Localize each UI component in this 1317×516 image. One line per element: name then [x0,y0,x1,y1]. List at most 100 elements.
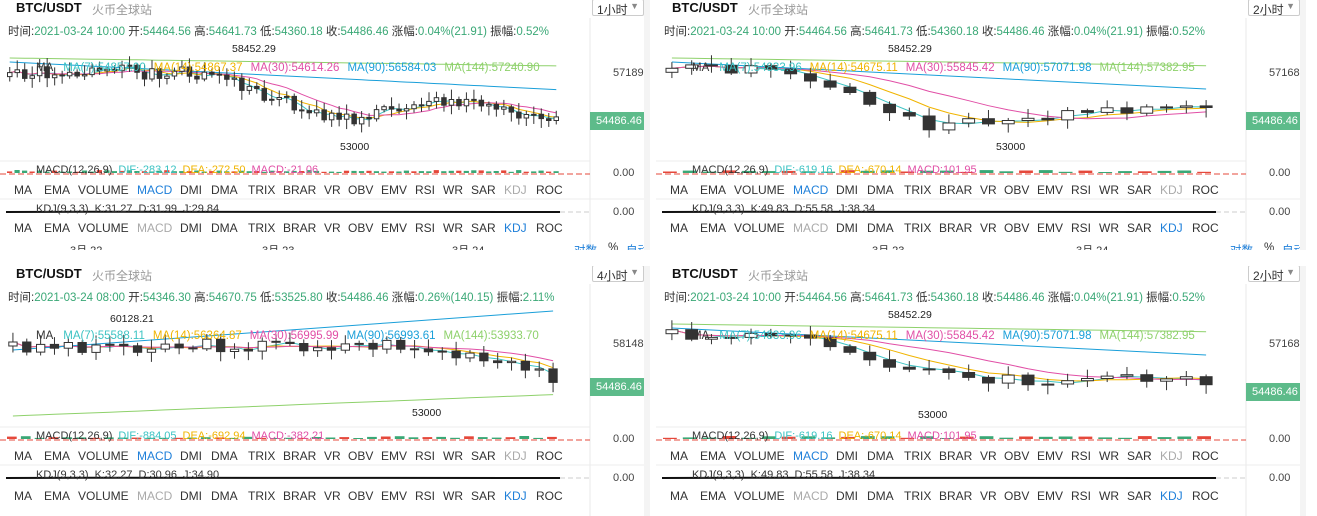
tab-ma[interactable]: MA [14,221,32,235]
tab-vr[interactable]: VR [324,489,341,503]
tab-brar[interactable]: BRAR [283,221,316,235]
tab-ma[interactable]: MA [670,221,688,235]
tab-dmi[interactable]: DMI [836,221,858,235]
tab-dma[interactable]: DMA [867,183,894,197]
tab-kdj[interactable]: KDJ [1160,449,1183,463]
tab-rsi[interactable]: RSI [415,449,435,463]
tab-sar[interactable]: SAR [471,183,496,197]
tab-rsi[interactable]: RSI [1071,449,1091,463]
tab-kdj[interactable]: KDJ [1160,183,1183,197]
tab-wr[interactable]: WR [443,489,463,503]
tab-brar[interactable]: BRAR [283,489,316,503]
tab-volume[interactable]: VOLUME [734,489,785,503]
tab-dmi[interactable]: DMI [180,221,202,235]
tab-dma[interactable]: DMA [211,489,238,503]
tab-obv[interactable]: OBV [1004,221,1029,235]
tab-brar[interactable]: BRAR [283,183,316,197]
tab-macd[interactable]: MACD [137,489,172,503]
tab-dmi[interactable]: DMI [180,449,202,463]
tab-obv[interactable]: OBV [348,183,373,197]
tab-kdj[interactable]: KDJ [1160,221,1183,235]
tab-rsi[interactable]: RSI [1071,183,1091,197]
tab-roc[interactable]: ROC [536,449,563,463]
tab-sar[interactable]: SAR [1127,221,1152,235]
tab-dmi[interactable]: DMI [180,489,202,503]
tab-roc[interactable]: ROC [536,489,563,503]
tab-dmi[interactable]: DMI [180,183,202,197]
tab-vr[interactable]: VR [980,449,997,463]
tab-ema[interactable]: EMA [700,221,726,235]
tab-rsi[interactable]: RSI [415,221,435,235]
tab-ema[interactable]: EMA [44,221,70,235]
tab-volume[interactable]: VOLUME [78,183,129,197]
tab-rsi[interactable]: RSI [415,489,435,503]
scale-option-pct[interactable]: % [608,242,618,250]
tab-emv[interactable]: EMV [381,221,407,235]
tab-trix[interactable]: TRIX [904,183,931,197]
tab-wr[interactable]: WR [443,449,463,463]
tab-emv[interactable]: EMV [1037,221,1063,235]
tab-sar[interactable]: SAR [1127,183,1152,197]
tab-emv[interactable]: EMV [381,183,407,197]
tab-obv[interactable]: OBV [1004,183,1029,197]
tab-vr[interactable]: VR [980,183,997,197]
tab-dma[interactable]: DMA [867,221,894,235]
tab-macd[interactable]: MACD [793,221,828,235]
tab-volume[interactable]: VOLUME [78,489,129,503]
tab-rsi[interactable]: RSI [1071,489,1091,503]
tab-obv[interactable]: OBV [348,449,373,463]
tab-roc[interactable]: ROC [536,221,563,235]
tab-vr[interactable]: VR [980,489,997,503]
tab-wr[interactable]: WR [1099,489,1119,503]
tab-trix[interactable]: TRIX [904,221,931,235]
tab-emv[interactable]: EMV [1037,449,1063,463]
tab-sar[interactable]: SAR [1127,449,1152,463]
tab-emv[interactable]: EMV [381,449,407,463]
scale-option-pct[interactable]: % [1264,242,1274,250]
tab-brar[interactable]: BRAR [939,489,972,503]
tab-dma[interactable]: DMA [211,221,238,235]
tab-roc[interactable]: ROC [1192,449,1219,463]
tab-macd[interactable]: MACD [793,449,828,463]
tab-rsi[interactable]: RSI [1071,221,1091,235]
tab-brar[interactable]: BRAR [283,449,316,463]
vertical-scrollbar[interactable] [644,0,650,250]
vertical-scrollbar[interactable] [644,266,650,516]
tab-trix[interactable]: TRIX [248,489,275,503]
tab-vr[interactable]: VR [324,183,341,197]
tab-wr[interactable]: WR [443,183,463,197]
tab-brar[interactable]: BRAR [939,183,972,197]
tab-vr[interactable]: VR [980,221,997,235]
tab-volume[interactable]: VOLUME [78,221,129,235]
tab-sar[interactable]: SAR [471,221,496,235]
tab-rsi[interactable]: RSI [415,183,435,197]
tab-dma[interactable]: DMA [211,183,238,197]
tab-roc[interactable]: ROC [1192,221,1219,235]
scale-option-log[interactable]: 对数 [574,242,597,250]
tab-kdj[interactable]: KDJ [504,221,527,235]
tab-wr[interactable]: WR [1099,449,1119,463]
tab-ma[interactable]: MA [670,489,688,503]
tab-macd[interactable]: MACD [137,183,172,197]
tab-macd[interactable]: MACD [137,449,172,463]
tab-dma[interactable]: DMA [867,489,894,503]
tab-trix[interactable]: TRIX [904,449,931,463]
tab-obv[interactable]: OBV [348,221,373,235]
scale-option-log[interactable]: 对数 [1230,242,1253,250]
tab-ma[interactable]: MA [670,449,688,463]
tab-volume[interactable]: VOLUME [734,183,785,197]
tab-macd[interactable]: MACD [793,183,828,197]
tab-roc[interactable]: ROC [536,183,563,197]
tab-trix[interactable]: TRIX [904,489,931,503]
tab-trix[interactable]: TRIX [248,183,275,197]
tab-vr[interactable]: VR [324,221,341,235]
tab-sar[interactable]: SAR [1127,489,1152,503]
tab-wr[interactable]: WR [1099,183,1119,197]
tab-dma[interactable]: DMA [211,449,238,463]
tab-ema[interactable]: EMA [44,183,70,197]
tab-wr[interactable]: WR [1099,221,1119,235]
tab-obv[interactable]: OBV [1004,449,1029,463]
tab-volume[interactable]: VOLUME [734,221,785,235]
tab-trix[interactable]: TRIX [248,221,275,235]
tab-sar[interactable]: SAR [471,489,496,503]
